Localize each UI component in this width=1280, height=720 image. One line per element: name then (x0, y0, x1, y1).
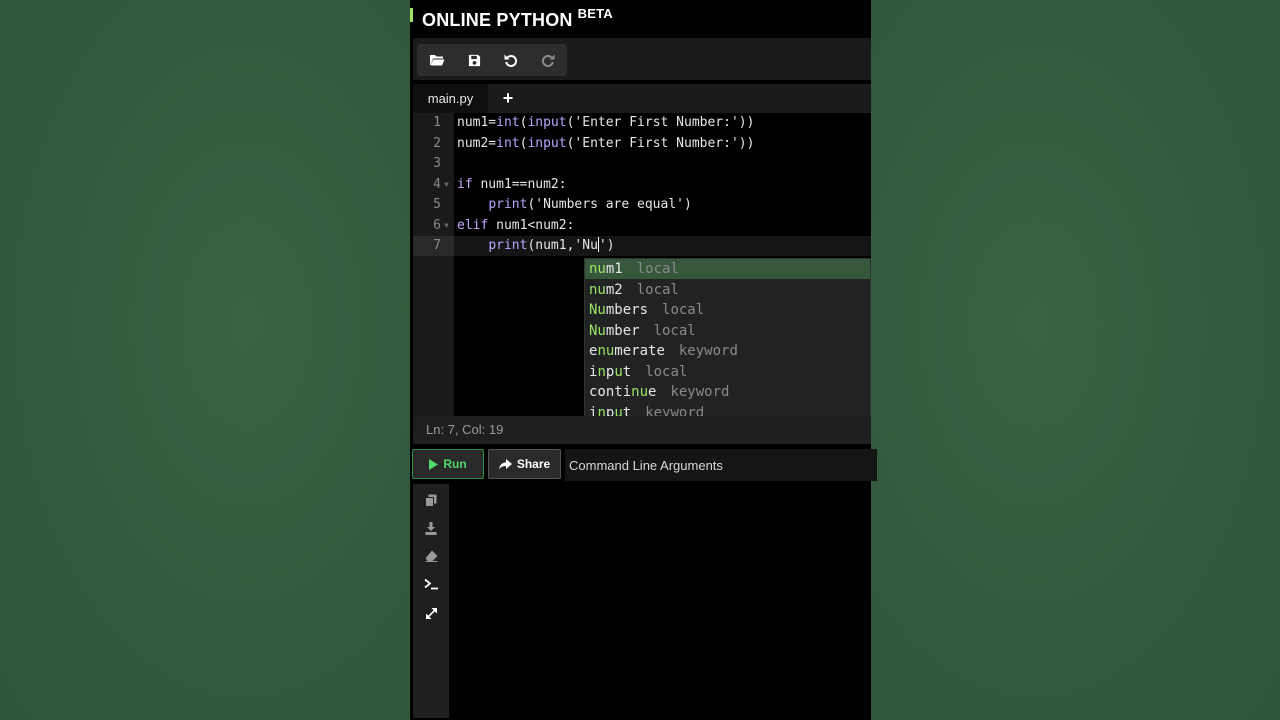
file-tabs: main.py + (413, 84, 871, 113)
share-label: Share (516, 457, 551, 471)
line-number: 6 (433, 217, 441, 233)
autocomplete-item-numbers[interactable]: Numbers local (585, 300, 870, 320)
cursor-position-status: Ln: 7, Col: 19 (413, 416, 871, 444)
clear-output-button[interactable] (421, 546, 441, 566)
eraser-icon (425, 550, 437, 562)
line-number: 1 (433, 115, 441, 130)
autocomplete-item-num1[interactable]: num1 local (585, 259, 870, 279)
run-label: Run (443, 457, 467, 471)
completion-type: local (653, 322, 696, 339)
background-left (0, 0, 410, 720)
open-file-button[interactable] (422, 48, 452, 72)
code-line-1: 1 num1=int(input('Enter First Number:')) (413, 113, 871, 133)
code-line-2: 2 num2=int(input('Enter First Number:')) (413, 134, 871, 154)
completion-type: keyword (678, 343, 738, 359)
undo-button[interactable] (496, 48, 526, 72)
expand-icon (425, 607, 437, 619)
redo-button[interactable] (533, 48, 563, 72)
completion-type: local (636, 281, 679, 298)
title-bar: ONLINE PYTHON BETA (410, 0, 871, 38)
console-sidebar (413, 484, 449, 718)
code-line-7: 7 print(num1,'Nu') (413, 236, 871, 256)
code-line-4: 4 ▼ if num1==num2: (413, 175, 871, 195)
interactive-terminal-button[interactable] (421, 574, 441, 594)
brand-name: ONLINE PYTHON (422, 10, 573, 30)
code-text: print(num1,'Nu') (488, 237, 615, 253)
code-text: elif num1<num2: (457, 217, 575, 233)
brand-title: ONLINE PYTHON BETA (422, 6, 613, 31)
share-button[interactable]: Share (488, 449, 561, 479)
code-line-3: 3 (413, 154, 871, 174)
folder-open-icon (430, 55, 445, 66)
line-number: 4 (433, 176, 441, 192)
beta-badge: BETA (577, 6, 613, 21)
autocomplete-item-enumerate[interactable]: enumerate keyword (585, 341, 870, 361)
download-icon (425, 521, 437, 535)
command-line-arguments-input[interactable] (565, 449, 877, 481)
toolbar-button-group (417, 44, 567, 76)
autocomplete-item-number[interactable]: Number local (585, 321, 870, 341)
copy-output-button[interactable] (421, 490, 441, 510)
autocomplete-item-num2[interactable]: num2 local (585, 280, 870, 300)
completion-type: local (645, 363, 688, 380)
brand-mark (410, 8, 413, 22)
code-text: if num1==num2: (457, 176, 567, 192)
code-text: print('Numbers are equal') (488, 197, 692, 212)
code-text: num1=int(input('Enter First Number:')) (457, 115, 755, 130)
autocomplete-item-continue[interactable]: continue keyword (585, 382, 870, 402)
run-button[interactable]: Run (412, 449, 484, 479)
code-line-5: 5 print('Numbers are equal') (413, 195, 871, 215)
line-number: 7 (433, 238, 441, 253)
redo-icon (541, 54, 555, 67)
editor-toolbar (413, 38, 871, 80)
undo-icon (504, 54, 518, 67)
add-file-button[interactable]: + (497, 84, 519, 113)
completion-type: keyword (670, 384, 730, 400)
line-number: 2 (433, 135, 441, 151)
fold-arrow-icon[interactable]: ▼ (444, 216, 449, 236)
code-line-6: 6 ▼ elif num1<num2: (413, 216, 871, 236)
download-output-button[interactable] (421, 518, 441, 538)
line-number: 5 (433, 197, 441, 212)
play-icon (429, 458, 439, 470)
terminal-icon (423, 578, 438, 590)
save-icon (468, 54, 480, 66)
completion-type: local (636, 261, 679, 277)
background-right (871, 0, 1280, 720)
console-panel[interactable] (413, 484, 871, 720)
tab-main-py[interactable]: main.py (413, 84, 488, 113)
line-number: 3 (433, 156, 441, 171)
autocomplete-popup: num1 local num2 local Numbers local Number l… (584, 258, 871, 422)
share-icon (498, 458, 512, 469)
action-bar: Run Share (410, 448, 877, 482)
fold-arrow-icon[interactable]: ▼ (444, 175, 449, 195)
completion-type: local (662, 302, 705, 318)
autocomplete-item-input-local[interactable]: input local (585, 362, 870, 382)
copy-icon (425, 494, 437, 507)
code-text: num2=int(input('Enter First Number:')) (457, 135, 755, 151)
expand-console-button[interactable] (421, 603, 441, 623)
save-button[interactable] (459, 48, 489, 72)
